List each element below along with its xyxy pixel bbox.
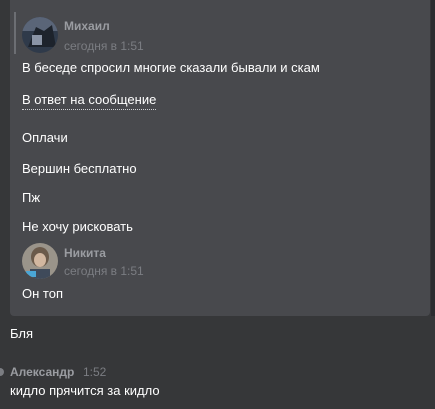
timestamp[interactable]: сегодня в 1:51 (64, 264, 144, 278)
avatar[interactable] (22, 243, 58, 279)
unread-indicator (0, 368, 4, 376)
scrollbar[interactable] (431, 0, 435, 316)
timestamp[interactable]: 1:52 (83, 365, 106, 379)
author-name[interactable]: Никита (64, 246, 106, 260)
message-text: Не хочу рисковать (22, 219, 133, 234)
message-text: Пж (22, 190, 41, 205)
message-text: Он топ (22, 286, 63, 301)
quote-bar (14, 12, 16, 54)
author-name[interactable]: Михаил (64, 19, 110, 33)
message-text: В беседе спросил многие сказали бывали и… (22, 60, 320, 75)
avatar[interactable] (22, 17, 58, 53)
message-text: Бля (10, 326, 34, 341)
message-text: кидло прячится за кидло (10, 383, 160, 398)
message-text: Оплачи (22, 130, 68, 145)
author-name[interactable]: Александр (10, 365, 74, 379)
message-text: Вершин бесплатно (22, 161, 137, 176)
timestamp[interactable]: сегодня в 1:51 (64, 39, 144, 53)
reply-link[interactable]: В ответ на сообщение (22, 92, 157, 110)
